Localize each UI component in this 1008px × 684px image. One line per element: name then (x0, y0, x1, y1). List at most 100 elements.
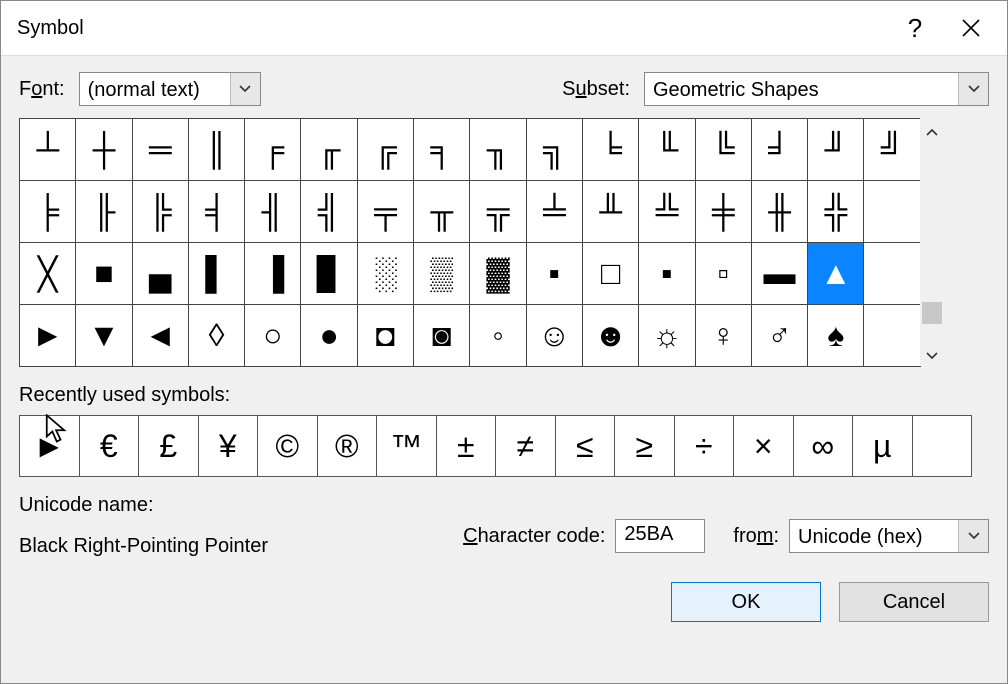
symbol-cell[interactable]: ╗ (526, 118, 583, 181)
dialog-title: Symbol (17, 17, 84, 40)
symbol-cell[interactable]: ♀ (695, 304, 752, 367)
symbol-cell[interactable]: ╔ (357, 118, 414, 181)
recent-cell[interactable]: £ (138, 415, 199, 477)
ok-button[interactable]: OK (671, 582, 821, 622)
symbol-cell[interactable]: ◙ (413, 304, 470, 367)
recent-cell[interactable] (912, 415, 973, 477)
symbol-cell[interactable]: ╝ (863, 118, 920, 181)
symbol-cell[interactable]: ◘ (357, 304, 414, 367)
recent-cell[interactable]: € (79, 415, 140, 477)
symbol-cell[interactable]: ╨ (582, 180, 639, 243)
symbol-grid[interactable]: ┴┼═║╒╓╔╕╖╗╘╙╚╛╜╝ ╞╟╠╡╢╣╤╥╦╧╨╩╪╫╬ ╳■▄▌▐▊░▒▓… (19, 118, 921, 366)
symbol-cell[interactable]: ▫ (695, 242, 752, 305)
scroll-thumb[interactable] (922, 302, 942, 324)
recent-cell[interactable]: µ (852, 415, 913, 477)
symbol-cell[interactable]: ═ (132, 118, 189, 181)
symbol-cell[interactable]: ▊ (300, 242, 357, 305)
symbol-cell[interactable]: ░ (357, 242, 414, 305)
recent-label: Recently used symbols: (19, 384, 989, 407)
recent-cell[interactable]: ™ (376, 415, 437, 477)
symbol-cell[interactable]: ● (300, 304, 357, 367)
symbol-cell[interactable]: ☺ (526, 304, 583, 367)
symbol-cell[interactable]: ▪ (638, 242, 695, 305)
recent-cell[interactable]: ∞ (793, 415, 854, 477)
symbol-cell[interactable]: ╘ (582, 118, 639, 181)
recent-grid[interactable]: ►€£¥©®™±≠≤≥÷×∞µ (19, 415, 989, 476)
symbol-cell[interactable]: ╬ (807, 180, 864, 243)
recent-cell[interactable]: ± (436, 415, 497, 477)
symbol-cell[interactable]: ○ (244, 304, 301, 367)
symbol-cell[interactable]: ╟ (75, 180, 132, 243)
symbol-cell[interactable]: ◊ (188, 304, 245, 367)
symbol-cell[interactable]: ╜ (807, 118, 864, 181)
recent-cell[interactable]: © (257, 415, 318, 477)
symbol-cell[interactable]: ╫ (751, 180, 808, 243)
from-label: from: (733, 525, 779, 548)
symbol-cell[interactable]: □ (582, 242, 639, 305)
symbol-cell[interactable]: ▲ (807, 242, 864, 305)
font-label: Font: (19, 78, 65, 101)
symbol-cell[interactable]: ╪ (695, 180, 752, 243)
symbol-cell[interactable]: ╢ (244, 180, 301, 243)
symbol-cell[interactable]: ▼ (75, 304, 132, 367)
symbol-cell[interactable]: ▪ (526, 242, 583, 305)
symbol-cell[interactable]: ╧ (526, 180, 583, 243)
charcode-input[interactable]: 25BA (615, 519, 705, 553)
chevron-down-icon (230, 73, 260, 105)
symbol-cell[interactable]: ╳ (19, 242, 76, 305)
symbol-cell[interactable]: ╙ (638, 118, 695, 181)
symbol-cell[interactable] (863, 242, 920, 305)
symbol-cell[interactable]: ╣ (300, 180, 357, 243)
symbol-cell[interactable]: ┼ (75, 118, 132, 181)
recent-cell[interactable]: ÷ (674, 415, 735, 477)
recent-cell[interactable]: ® (317, 415, 378, 477)
symbol-cell[interactable]: ╛ (751, 118, 808, 181)
recent-cell[interactable]: ≤ (555, 415, 616, 477)
symbol-cell[interactable]: ▒ (413, 242, 470, 305)
symbol-cell[interactable]: ╡ (188, 180, 245, 243)
font-dropdown-value: (normal text) (80, 73, 230, 105)
symbol-cell[interactable]: ╩ (638, 180, 695, 243)
symbol-cell[interactable]: ▄ (132, 242, 189, 305)
scrollbar[interactable] (920, 118, 944, 366)
from-dropdown[interactable]: Unicode (hex) (789, 519, 989, 553)
symbol-cell[interactable]: ♠ (807, 304, 864, 367)
symbol-cell[interactable]: ▬ (751, 242, 808, 305)
symbol-cell[interactable]: ║ (188, 118, 245, 181)
symbol-cell[interactable]: ╕ (413, 118, 470, 181)
symbol-cell[interactable]: ▌ (188, 242, 245, 305)
recent-cell[interactable]: ¥ (198, 415, 259, 477)
symbol-cell[interactable]: ╚ (695, 118, 752, 181)
symbol-cell[interactable]: ☻ (582, 304, 639, 367)
symbol-cell[interactable]: ▓ (469, 242, 526, 305)
symbol-cell[interactable]: ╓ (300, 118, 357, 181)
recent-cell[interactable]: ≥ (614, 415, 675, 477)
symbol-cell[interactable]: ◄ (132, 304, 189, 367)
symbol-cell[interactable]: ☼ (638, 304, 695, 367)
recent-cell[interactable]: ► (19, 415, 80, 477)
symbol-cell[interactable]: ╥ (413, 180, 470, 243)
subset-dropdown[interactable]: Geometric Shapes (644, 72, 989, 106)
symbol-cell[interactable]: ╒ (244, 118, 301, 181)
symbol-cell[interactable]: ┴ (19, 118, 76, 181)
symbol-cell[interactable]: ▐ (244, 242, 301, 305)
symbol-cell[interactable]: ► (19, 304, 76, 367)
scroll-down-icon[interactable] (920, 346, 944, 366)
help-button[interactable]: ? (887, 5, 943, 51)
symbol-cell[interactable] (863, 180, 920, 243)
font-dropdown[interactable]: (normal text) (79, 72, 261, 106)
symbol-cell[interactable]: ╖ (469, 118, 526, 181)
symbol-cell[interactable]: ╦ (469, 180, 526, 243)
scroll-up-icon[interactable] (920, 122, 944, 142)
symbol-cell[interactable]: ╠ (132, 180, 189, 243)
symbol-cell[interactable]: ╤ (357, 180, 414, 243)
recent-cell[interactable]: × (733, 415, 794, 477)
symbol-cell[interactable] (863, 304, 920, 367)
symbol-cell[interactable]: ■ (75, 242, 132, 305)
recent-cell[interactable]: ≠ (495, 415, 556, 477)
symbol-cell[interactable]: ♂ (751, 304, 808, 367)
close-button[interactable] (943, 5, 999, 51)
symbol-cell[interactable]: ◦ (469, 304, 526, 367)
symbol-cell[interactable]: ╞ (19, 180, 76, 243)
cancel-button[interactable]: Cancel (839, 582, 989, 622)
